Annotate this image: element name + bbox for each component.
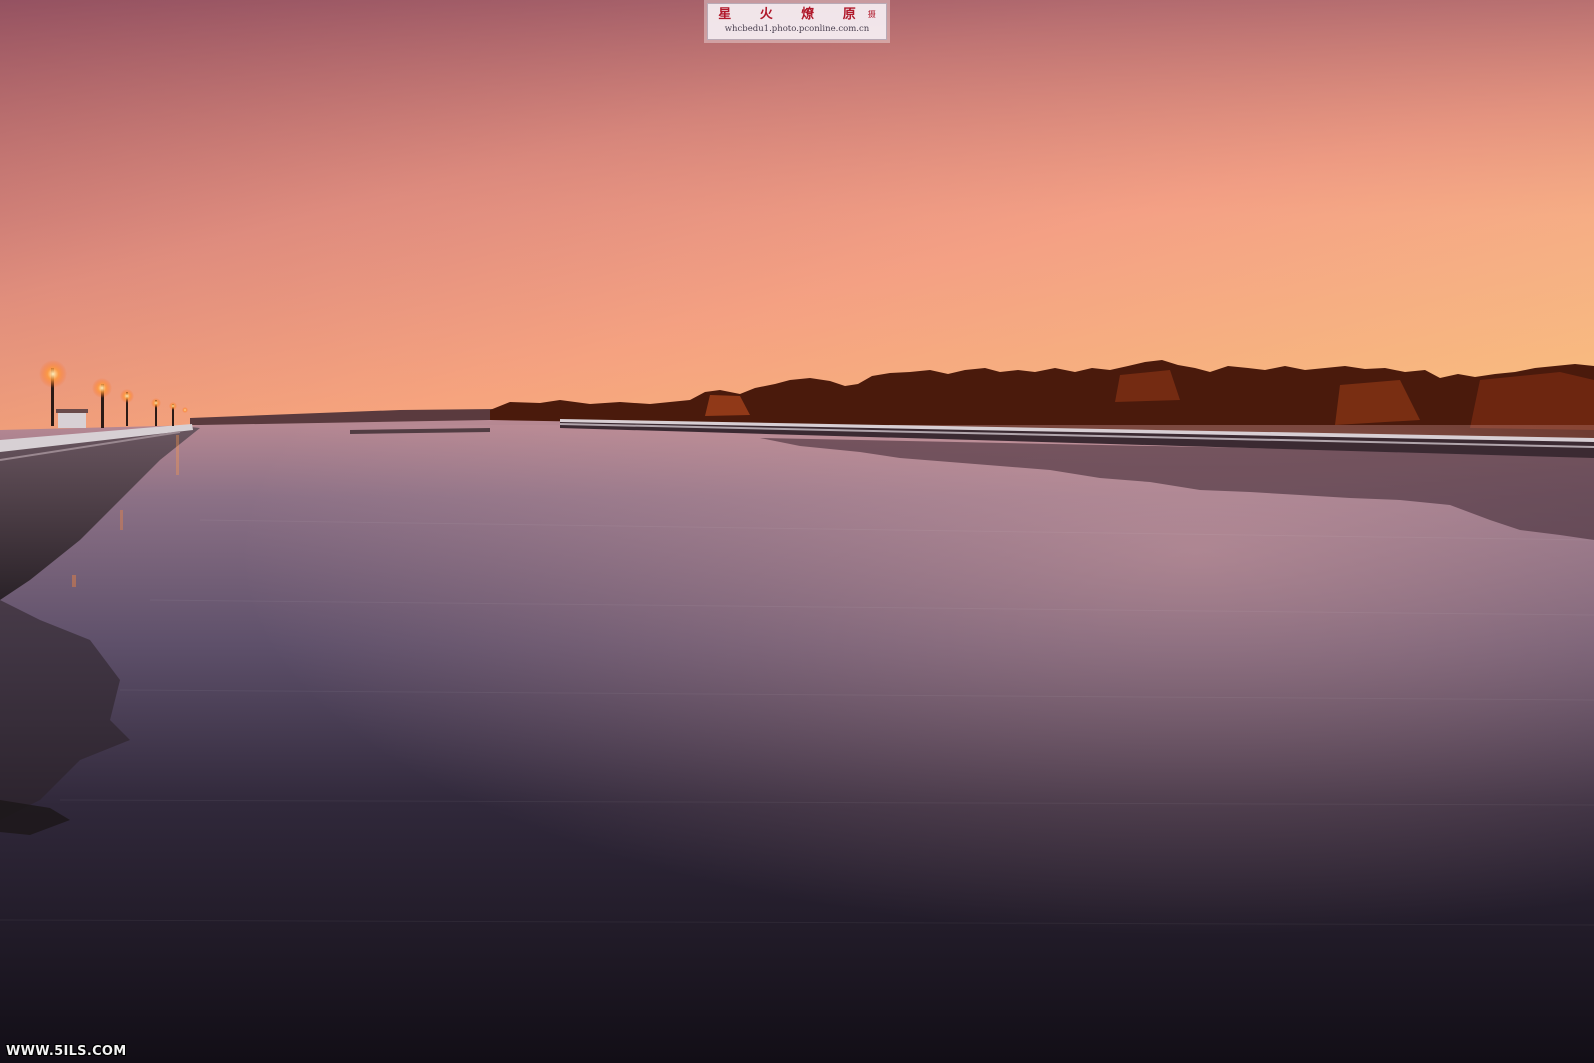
lamp-light: [169, 402, 177, 410]
watermark-url: whcbedu1.photo.pconline.com.cn: [724, 24, 870, 34]
site-watermark: WWW.5ILS.COM: [6, 1044, 127, 1059]
sky-shade: [0, 0, 1594, 430]
lamp-reflection: [176, 435, 179, 475]
lamp-reflection: [72, 575, 76, 587]
lamp-light: [151, 398, 161, 408]
small-building: [58, 412, 86, 428]
photographer-watermark: 星 火 燎 原摄 whcbedu1.photo.pconline.com.cn: [707, 3, 887, 40]
landscape-drawing: [0, 0, 1594, 1063]
lamp-reflection: [120, 510, 123, 530]
watermark-title-text: 星 火 燎 原: [718, 7, 868, 22]
lamp-light: [182, 407, 188, 413]
lamp-light: [92, 378, 112, 398]
sunset-river-photo: 星 火 燎 原摄 whcbedu1.photo.pconline.com.cn …: [0, 0, 1594, 1063]
lamp-light: [120, 389, 134, 403]
lamp-light: [39, 360, 67, 388]
building-roof: [56, 409, 88, 413]
watermark-title: 星 火 燎 原摄: [708, 7, 886, 23]
watermark-suffix: 摄: [867, 10, 876, 19]
tree-highlight: [1115, 370, 1180, 402]
tree-highlight: [1470, 372, 1594, 430]
